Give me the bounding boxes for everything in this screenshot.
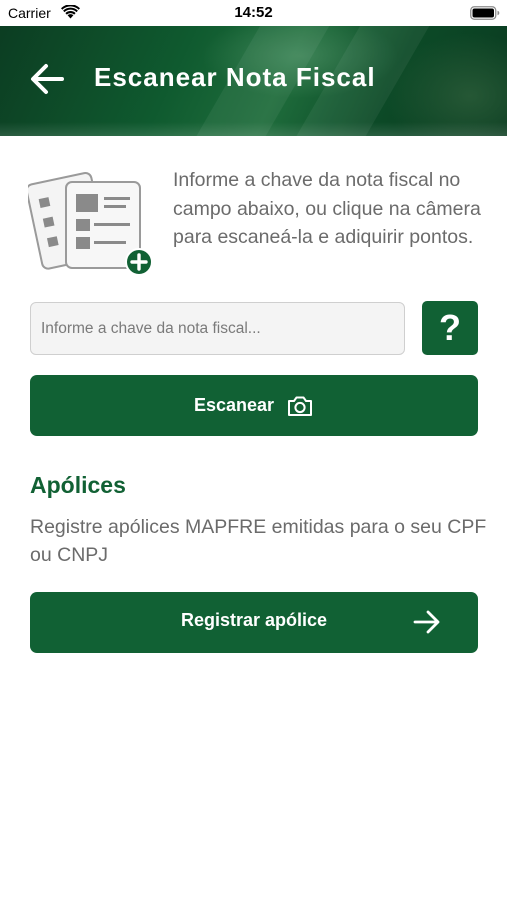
battery-icon xyxy=(470,6,500,20)
arrow-right-icon xyxy=(413,610,440,634)
arrow-left-icon[interactable] xyxy=(28,62,66,96)
scan-button[interactable]: Escanear xyxy=(30,375,478,436)
help-button[interactable]: ? xyxy=(422,301,478,355)
invoice-key-input[interactable] xyxy=(30,302,405,355)
page-title: Escanear Nota Fiscal xyxy=(94,62,376,92)
policies-description: Registre apólices MAPFRE emitidas para o… xyxy=(30,516,487,566)
scan-button-label: Escanear xyxy=(193,395,275,415)
intro-text: Informe a chave da nota fiscal no campo … xyxy=(173,169,481,248)
register-policy-button[interactable]: Registrar apólice xyxy=(30,592,478,653)
status-time: 14:52 xyxy=(234,4,273,21)
camera-icon xyxy=(288,396,313,416)
header-fade xyxy=(0,122,507,136)
register-policy-label: Registrar apólice xyxy=(180,610,328,630)
status-bar: Carrier 14:52 xyxy=(0,0,507,26)
header-banner: Escanear Nota Fiscal xyxy=(0,26,507,136)
policies-title: Apólices xyxy=(30,472,126,498)
documents-add-icon xyxy=(28,172,153,276)
